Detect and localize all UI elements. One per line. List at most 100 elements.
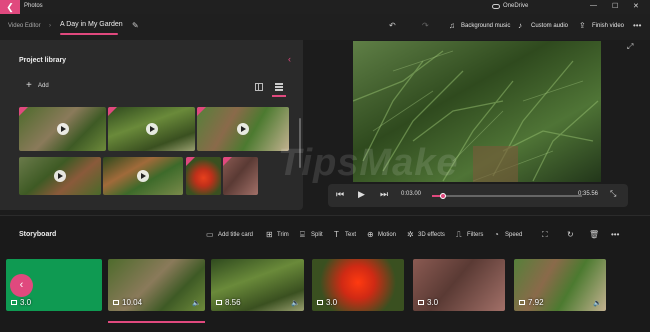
storyboard-clip[interactable]: 8.56 🔈 [211,259,304,311]
video-clip-icon [216,300,222,306]
added-corner-marker [197,107,206,116]
back-arrow-icon[interactable]: ‹ [10,274,33,297]
title-card-icon: ▭ [206,230,214,239]
motion-button[interactable]: Motion [378,232,396,238]
project-library-title: Project library [19,57,67,64]
breadcrumb-video-editor[interactable]: Video Editor [8,23,41,29]
storyboard-title: Storyboard [19,231,57,238]
library-thumbnail[interactable] [197,107,289,151]
undo-icon[interactable]: ↶ [389,21,396,30]
library-thumbnail[interactable] [19,107,106,151]
library-thumbnail[interactable] [108,107,195,151]
clip-duration: 8.56 [225,298,241,307]
speed-icon: ◔ [494,230,499,239]
maximize-icon[interactable]: ☐ [612,2,618,10]
close-icon[interactable]: ✕ [633,2,639,10]
list-view-icon[interactable] [275,83,283,91]
editor-toolbar: Video Editor › A Day in My Garden ✎ ↶ ↷ … [0,14,650,40]
more-options-icon[interactable]: ••• [633,21,641,30]
breadcrumb-separator: › [49,23,51,29]
play-icon [137,170,149,182]
video-clip-icon [519,300,525,306]
volume-icon[interactable]: 🔈 [192,299,201,307]
storyboard-clip[interactable]: 7.92 🔈 [514,259,606,311]
video-clip-icon [113,300,119,306]
minimize-icon[interactable]: — [590,2,597,9]
collapse-preview-icon[interactable]: ⤢ [627,42,633,52]
total-time: 0:35.56 [578,191,599,197]
filters-button[interactable]: Filters [467,232,483,238]
library-thumbnail[interactable] [103,157,183,195]
project-name[interactable]: A Day in My Garden [60,21,123,28]
rotate-icon[interactable]: ↻ [567,230,574,239]
image-clip-icon [317,300,323,306]
play-icon [145,123,158,135]
3d-effects-icon: ✲ [407,230,414,239]
collapse-library-icon[interactable]: ‹ [288,54,291,64]
storyboard-clip[interactable]: 3.0 [413,259,505,311]
speed-button[interactable]: Speed [505,232,522,238]
add-icon[interactable]: + [26,80,32,91]
more-storyboard-icon[interactable]: ••• [611,230,619,239]
add-title-card-button[interactable]: Add title card [218,232,253,238]
fullscreen-icon[interactable]: ⤡ [610,189,616,199]
play-icon [54,170,66,182]
trim-button[interactable]: Trim [277,232,289,238]
onedrive-label[interactable]: OneDrive [503,3,528,9]
cloud-icon [492,4,500,9]
redo-icon[interactable]: ↷ [422,21,429,30]
next-frame-icon[interactable]: ⏭ [380,189,388,200]
watermark: TipsMake [278,142,459,184]
seek-bar-handle[interactable] [439,193,446,199]
3d-effects-button[interactable]: 3D effects [418,232,445,238]
title-card-clip-icon [11,300,17,306]
added-corner-marker [19,107,28,116]
custom-audio-icon: ♪ [518,21,522,30]
previous-frame-icon[interactable]: ⏮ [336,189,344,200]
image-clip-icon [418,300,424,306]
text-icon: T [334,230,339,239]
clip-duration: 3.0 [427,298,439,307]
added-corner-marker [223,157,232,166]
storyboard-clip[interactable]: 3.0 [312,259,404,311]
project-name-underline [60,33,118,35]
delete-icon[interactable]: 🗑 [589,230,599,239]
filters-icon: ⎍ [456,230,462,239]
app-title: Photos [24,3,43,9]
play-icon [237,123,249,135]
volume-icon[interactable]: 🔈 [593,299,602,307]
split-icon: ⌸ [300,230,305,239]
split-button[interactable]: Split [311,232,323,238]
clip-duration: 3.0 [20,298,32,307]
trim-icon: ⊞ [266,230,273,239]
background-music-button[interactable]: Background music [461,23,510,29]
finish-video-button[interactable]: Finish video [592,23,624,29]
active-view-indicator [272,95,286,97]
music-note-icon: ♫ [449,21,455,30]
clip-duration: 3.0 [326,298,338,307]
project-library-panel: Project library ‹ + Add [0,40,303,210]
pencil-icon[interactable]: ✎ [132,21,139,30]
library-thumbnail[interactable] [19,157,101,195]
grid-view-icon[interactable] [255,83,263,91]
library-thumbnail[interactable] [186,157,221,195]
play-button-icon[interactable]: ▶ [358,189,365,200]
clip-duration: 10.04 [122,298,143,307]
selected-clip-indicator [108,321,205,323]
library-thumbnail[interactable] [223,157,258,195]
added-corner-marker [108,107,117,116]
title-bar: ❮ Photos OneDrive — ☐ ✕ [0,0,650,14]
volume-icon[interactable]: 🔈 [291,299,300,307]
resize-icon[interactable]: ⛶ [542,230,548,240]
finish-video-icon: ⇪ [579,21,586,30]
play-icon [56,123,69,135]
motion-icon: ⊕ [367,230,374,239]
add-media-button[interactable]: Add [38,83,49,89]
storyboard-clip[interactable]: 10.04 🔈 [108,259,205,311]
added-corner-marker [186,157,195,166]
storyboard-panel: Storyboard ▭ Add title card ⊞ Trim ⌸ Spl… [0,215,650,332]
text-button[interactable]: Text [345,232,356,238]
custom-audio-button[interactable]: Custom audio [531,23,568,29]
current-time: 0:03.00 [401,191,422,197]
seek-bar[interactable] [432,193,582,199]
